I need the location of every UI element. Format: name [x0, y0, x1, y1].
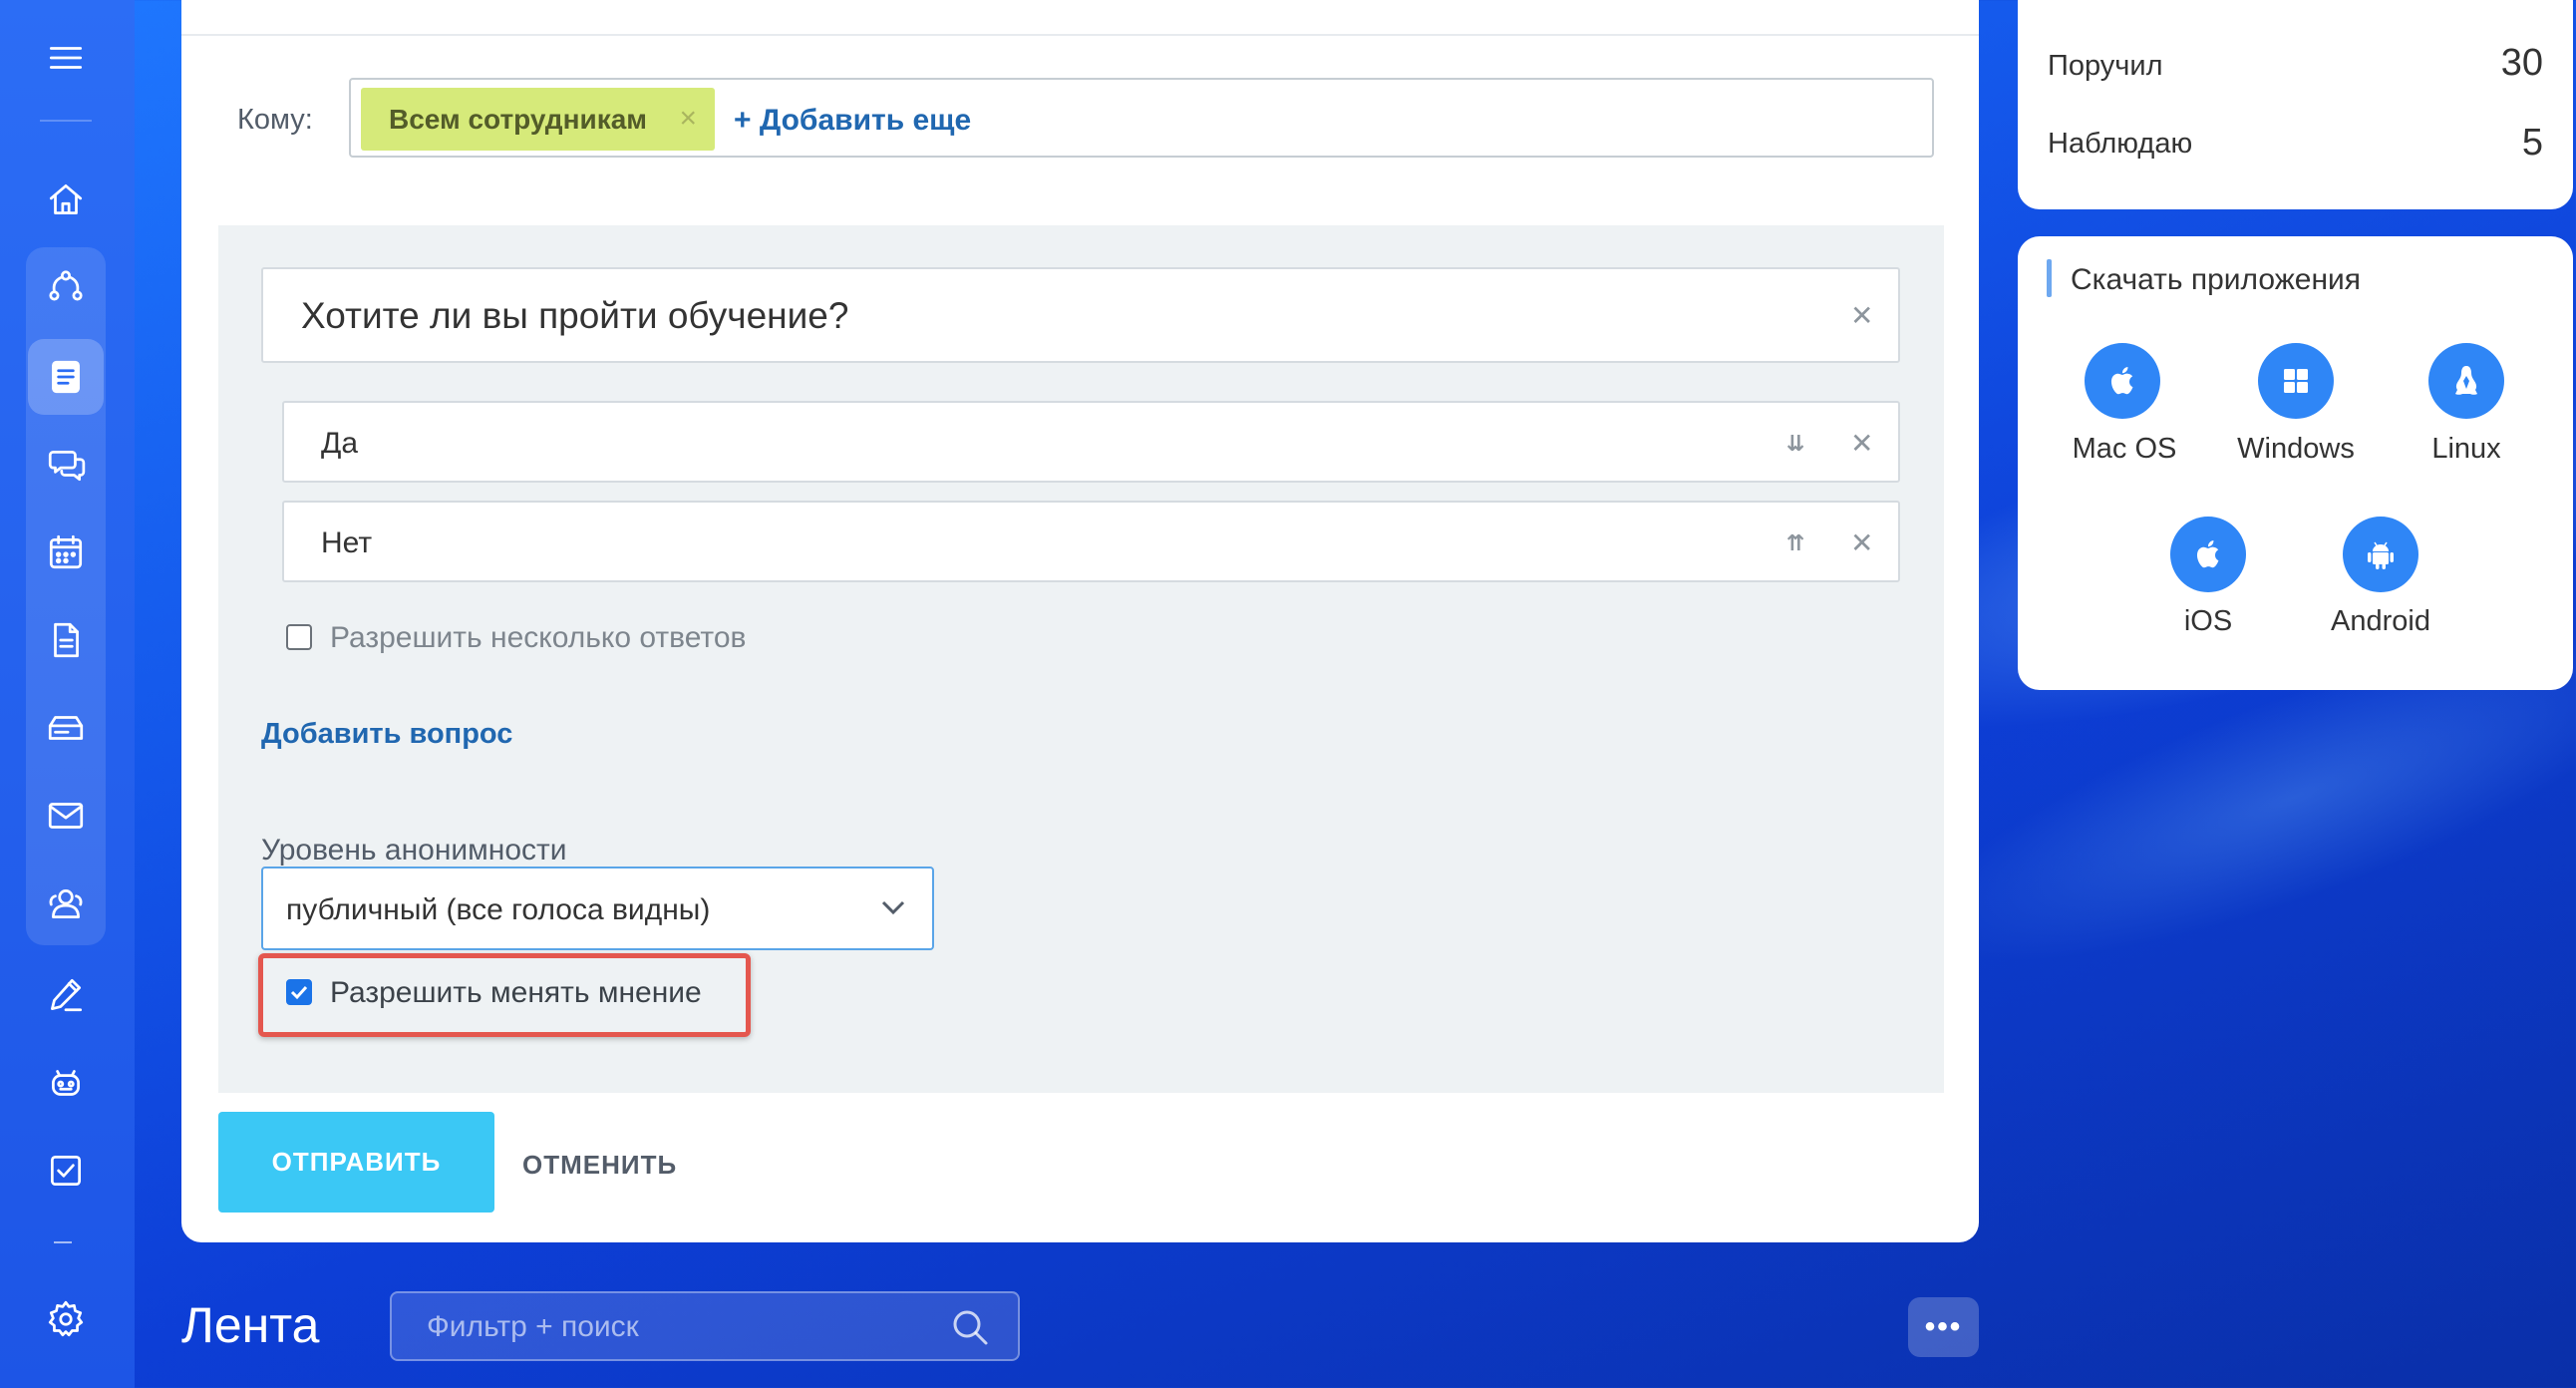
- multiple-answers-checkbox[interactable]: [286, 624, 312, 650]
- remove-question-icon[interactable]: ✕: [1850, 299, 1873, 332]
- remove-answer-icon[interactable]: ✕: [1850, 526, 1873, 559]
- settings-icon[interactable]: [28, 1281, 104, 1357]
- remove-chip-icon[interactable]: ×: [679, 102, 697, 136]
- apps-title: Скачать приложения: [2071, 263, 2362, 296]
- send-button[interactable]: ОТПРАВИТЬ: [218, 1112, 494, 1213]
- document-icon[interactable]: [28, 602, 104, 678]
- watching-label[interactable]: Наблюдаю: [2048, 128, 2192, 161]
- add-question-link[interactable]: Добавить вопрос: [261, 718, 512, 751]
- app-label[interactable]: Android: [2281, 605, 2480, 638]
- recipients-label: Кому:: [237, 104, 313, 136]
- linux-icon[interactable]: [2428, 343, 2504, 419]
- post-type-tabs: [181, 0, 1979, 36]
- recipient-chip[interactable]: Всем сотрудникам ×: [361, 88, 715, 151]
- cancel-button[interactable]: ОТМЕНИТЬ: [522, 1150, 677, 1181]
- feed-icon[interactable]: [28, 339, 104, 415]
- multiple-answers-label: Разрешить несколько ответов: [330, 621, 747, 654]
- chevron-down-icon[interactable]: [879, 897, 907, 917]
- anonymity-value: публичный (все голоса видны): [286, 893, 711, 926]
- assigned-label[interactable]: Поручил: [2048, 50, 2163, 83]
- home-icon[interactable]: [28, 162, 104, 237]
- left-sidebar: [0, 0, 135, 1388]
- change-vote-label: Разрешить менять мнение: [330, 976, 702, 1009]
- title-accent: [2047, 259, 2052, 297]
- counters-panel: [2018, 0, 2573, 209]
- assigned-count[interactable]: 30: [2443, 42, 2543, 85]
- sidebar-divider: [54, 1241, 72, 1243]
- move-up-icon[interactable]: ⇈: [1786, 530, 1804, 556]
- question-text: Хотите ли вы пройти обучение?: [301, 295, 849, 336]
- search-icon[interactable]: [949, 1306, 991, 1348]
- tasks-icon[interactable]: [28, 1133, 104, 1209]
- answer-text: Да: [321, 427, 359, 460]
- app-label[interactable]: Mac OS: [2025, 433, 2224, 466]
- search-placeholder: Фильтр + поиск: [427, 1310, 639, 1343]
- sign-icon[interactable]: [28, 957, 104, 1033]
- more-button[interactable]: •••: [1908, 1297, 1979, 1357]
- apple-icon[interactable]: [2170, 517, 2246, 592]
- mail-icon[interactable]: [28, 778, 104, 854]
- contacts-icon[interactable]: [28, 866, 104, 941]
- robot-icon[interactable]: [28, 1045, 104, 1121]
- app-label[interactable]: Linux: [2367, 433, 2566, 466]
- apple-icon[interactable]: [2085, 343, 2160, 419]
- flow-icon[interactable]: [28, 249, 104, 325]
- app-label[interactable]: iOS: [2108, 605, 2308, 638]
- answer-text: Нет: [321, 526, 373, 559]
- answer-input[interactable]: [282, 501, 1900, 582]
- app-label[interactable]: Windows: [2196, 433, 2396, 466]
- anonymity-label: Уровень анонимности: [261, 834, 567, 867]
- calendar-icon[interactable]: [28, 515, 104, 590]
- android-icon[interactable]: [2343, 517, 2418, 592]
- remove-answer-icon[interactable]: ✕: [1850, 427, 1873, 460]
- menu-icon[interactable]: [28, 20, 104, 96]
- feed-title: Лента: [181, 1297, 320, 1353]
- add-recipient-link[interactable]: + Добавить еще: [734, 104, 971, 138]
- chat-icon[interactable]: [28, 427, 104, 503]
- watching-count[interactable]: 5: [2443, 122, 2543, 165]
- sidebar-divider: [40, 120, 92, 122]
- windows-icon[interactable]: [2258, 343, 2334, 419]
- move-down-icon[interactable]: ⇊: [1786, 431, 1804, 457]
- checkmark-icon: [290, 985, 308, 1000]
- storage-icon[interactable]: [28, 690, 104, 766]
- answer-input[interactable]: [282, 401, 1900, 483]
- change-vote-checkbox[interactable]: [286, 979, 312, 1005]
- recipient-chip-label: Всем сотрудникам: [389, 103, 647, 135]
